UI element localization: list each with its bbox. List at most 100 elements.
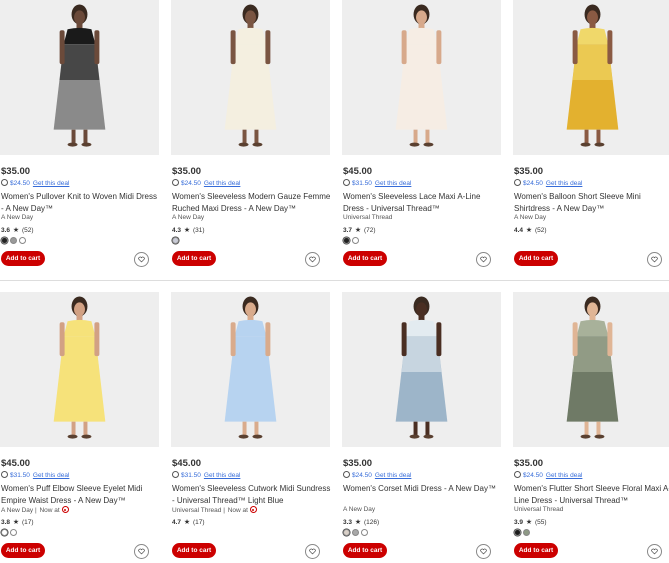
rating-row[interactable]: 3.9 ★ (55) bbox=[514, 518, 547, 526]
product-image[interactable] bbox=[171, 292, 330, 447]
brand-name[interactable]: Universal Thread bbox=[343, 214, 392, 221]
heart-icon bbox=[309, 548, 316, 555]
brand-name[interactable]: A New Day bbox=[514, 214, 546, 221]
get-deal-link[interactable]: Get this deal bbox=[33, 472, 70, 479]
add-to-cart-button[interactable]: Add to cart bbox=[1, 543, 45, 558]
color-swatch[interactable] bbox=[10, 237, 17, 244]
product-title[interactable]: Women's Sleeveless Modern Gauze Femme Ru… bbox=[172, 191, 332, 215]
deal-amount: $31.50 bbox=[10, 472, 30, 479]
brand-row: Universal Thread bbox=[343, 214, 392, 221]
get-deal-link[interactable]: Get this deal bbox=[375, 472, 412, 479]
add-to-cart-button[interactable]: Add to cart bbox=[514, 251, 558, 266]
deal-row: $24.50 Get this deal bbox=[343, 471, 411, 479]
heart-icon bbox=[138, 256, 145, 263]
get-deal-link[interactable]: Get this deal bbox=[204, 180, 241, 187]
add-to-cart-button[interactable]: Add to cart bbox=[514, 543, 558, 558]
color-swatch[interactable] bbox=[1, 529, 8, 536]
product-image[interactable] bbox=[342, 0, 501, 155]
star-icon: ★ bbox=[354, 519, 362, 526]
get-deal-link[interactable]: Get this deal bbox=[204, 472, 241, 479]
brand-name[interactable]: A New Day bbox=[1, 214, 33, 221]
rating-value: 3.3 bbox=[343, 519, 353, 526]
add-to-cart-button[interactable]: Add to cart bbox=[343, 543, 387, 558]
rating-value: 3.7 bbox=[343, 227, 353, 234]
favorite-button[interactable] bbox=[134, 544, 149, 559]
product-price: $45.00 bbox=[172, 458, 202, 469]
get-deal-link[interactable]: Get this deal bbox=[546, 472, 583, 479]
brand-name[interactable]: A New Day bbox=[172, 214, 204, 221]
favorite-button[interactable] bbox=[305, 252, 320, 267]
row-divider bbox=[0, 280, 669, 281]
heart-icon bbox=[480, 548, 487, 555]
heart-icon bbox=[309, 256, 316, 263]
add-to-cart-button[interactable]: Add to cart bbox=[1, 251, 45, 266]
product-price: $35.00 bbox=[514, 458, 544, 469]
color-swatches bbox=[172, 237, 179, 244]
product-image[interactable] bbox=[342, 292, 501, 447]
product-image[interactable] bbox=[513, 0, 669, 155]
rating-value: 4.7 bbox=[172, 519, 182, 526]
rating-row[interactable]: 3.6 ★ (52) bbox=[1, 226, 34, 234]
brand-name[interactable]: Universal Thread bbox=[172, 507, 221, 514]
product-title[interactable]: Women's Sleeveless Cutwork Midi Sundress… bbox=[172, 483, 332, 507]
add-to-cart-button[interactable]: Add to cart bbox=[172, 251, 216, 266]
favorite-button[interactable] bbox=[476, 252, 491, 267]
get-deal-link[interactable]: Get this deal bbox=[375, 180, 412, 187]
color-swatch[interactable] bbox=[19, 237, 26, 244]
add-to-cart-button[interactable]: Add to cart bbox=[343, 251, 387, 266]
deal-amount: $31.50 bbox=[352, 180, 372, 187]
color-swatch[interactable] bbox=[172, 237, 179, 244]
get-deal-link[interactable]: Get this deal bbox=[546, 180, 583, 187]
product-price: $45.00 bbox=[1, 458, 31, 469]
product-price: $35.00 bbox=[172, 166, 202, 177]
favorite-button[interactable] bbox=[476, 544, 491, 559]
color-swatch[interactable] bbox=[514, 529, 521, 536]
product-title[interactable]: Women's Corset Midi Dress - A New Day™ bbox=[343, 483, 503, 495]
product-title[interactable]: Women's Pullover Knit to Woven Midi Dres… bbox=[1, 191, 161, 215]
deal-row: $24.50 Get this deal bbox=[514, 179, 582, 187]
brand-name[interactable]: A New Day bbox=[343, 506, 375, 513]
heart-icon bbox=[480, 256, 487, 263]
brand-name[interactable]: Universal Thread bbox=[514, 506, 563, 513]
product-title[interactable]: Women's Balloon Short Sleeve Mini Shirtd… bbox=[514, 191, 669, 215]
review-count: (17) bbox=[192, 519, 205, 526]
review-count: (126) bbox=[363, 519, 380, 526]
brand-row: Universal Thread | Now at bbox=[172, 506, 257, 514]
brand-name[interactable]: A New Day bbox=[1, 507, 33, 514]
favorite-button[interactable] bbox=[647, 252, 662, 267]
color-swatch[interactable] bbox=[343, 529, 350, 536]
brand-row: Universal Thread bbox=[514, 506, 563, 513]
color-swatch[interactable] bbox=[10, 529, 17, 536]
color-swatch[interactable] bbox=[361, 529, 368, 536]
product-title[interactable]: Women's Flutter Short Sleeve Floral Maxi… bbox=[514, 483, 669, 507]
color-swatch[interactable] bbox=[523, 529, 530, 536]
rating-row[interactable]: 3.3 ★ (126) bbox=[343, 518, 379, 526]
product-image[interactable] bbox=[171, 0, 330, 155]
product-image[interactable] bbox=[0, 292, 159, 447]
product-title[interactable]: Women's Puff Elbow Sleeve Eyelet Midi Em… bbox=[1, 483, 161, 507]
rating-row[interactable]: 4.3 ★ (31) bbox=[172, 226, 205, 234]
rating-value: 4.4 bbox=[514, 227, 524, 234]
rating-row[interactable]: 3.7 ★ (72) bbox=[343, 226, 376, 234]
rating-row[interactable]: 3.8 ★ (17) bbox=[1, 518, 34, 526]
target-bullseye-icon bbox=[61, 506, 69, 513]
favorite-button[interactable] bbox=[134, 252, 149, 267]
star-icon: ★ bbox=[183, 519, 191, 526]
rating-row[interactable]: 4.7 ★ (17) bbox=[172, 518, 205, 526]
product-image[interactable] bbox=[513, 292, 669, 447]
heart-icon bbox=[651, 256, 658, 263]
product-title[interactable]: Women's Sleeveless Lace Maxi A-Line Dres… bbox=[343, 191, 503, 215]
get-deal-link[interactable]: Get this deal bbox=[33, 180, 70, 187]
product-image[interactable] bbox=[0, 0, 159, 155]
favorite-button[interactable] bbox=[647, 544, 662, 559]
color-swatch[interactable] bbox=[352, 529, 359, 536]
star-icon: ★ bbox=[12, 519, 20, 526]
rating-row[interactable]: 4.4 ★ (52) bbox=[514, 226, 547, 234]
color-swatch[interactable] bbox=[352, 237, 359, 244]
add-to-cart-button[interactable]: Add to cart bbox=[172, 543, 216, 558]
color-swatch[interactable] bbox=[1, 237, 8, 244]
color-swatch[interactable] bbox=[343, 237, 350, 244]
heart-icon bbox=[138, 548, 145, 555]
brand-row: A New Day bbox=[343, 506, 375, 513]
favorite-button[interactable] bbox=[305, 544, 320, 559]
